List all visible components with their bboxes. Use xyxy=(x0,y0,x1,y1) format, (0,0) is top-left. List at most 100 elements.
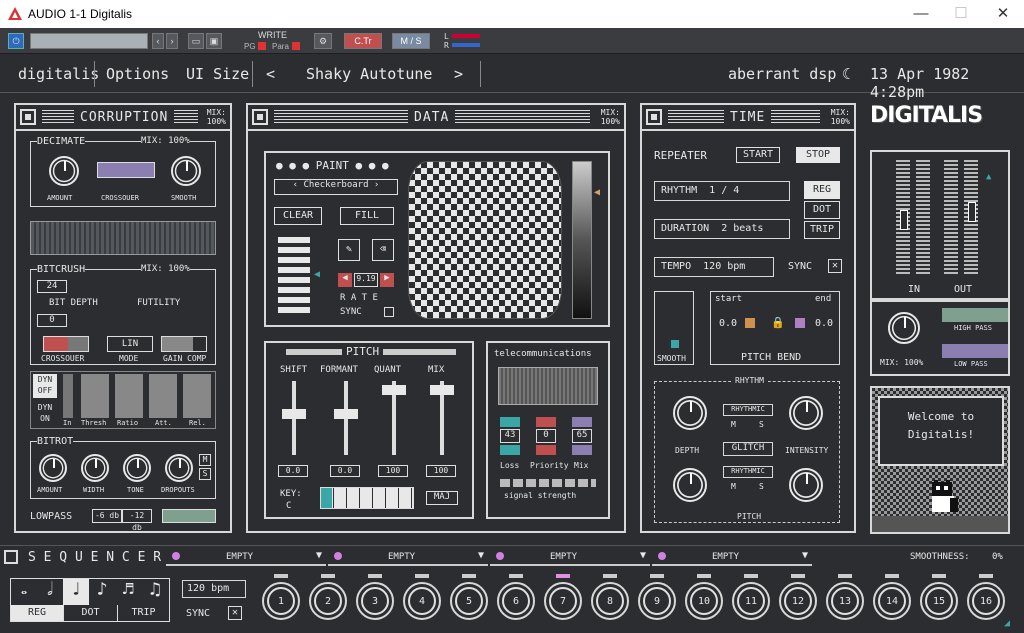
pitch-mix-slider-thumb[interactable] xyxy=(430,385,454,395)
glitch2-s-button[interactable]: S xyxy=(759,482,764,491)
pitch-depth-knob[interactable] xyxy=(673,468,707,502)
chevron-down-icon[interactable]: ▼ xyxy=(640,550,646,561)
options-menu[interactable]: Options xyxy=(106,65,169,83)
data-gradient-slider[interactable] xyxy=(572,161,592,319)
pg-toggle[interactable] xyxy=(258,42,266,50)
step-knob[interactable]: 14 xyxy=(873,582,911,620)
power-icon[interactable]: ⏻ xyxy=(8,33,24,49)
chevron-down-icon[interactable]: ▼ xyxy=(802,550,808,561)
quant-value[interactable]: 100 xyxy=(378,465,408,477)
bitrot-s-button[interactable]: S xyxy=(199,468,211,480)
rate-down-icon[interactable]: ◀ xyxy=(338,273,352,287)
telecom-mix-down-icon[interactable] xyxy=(572,445,592,455)
time-dot-button[interactable]: DOT xyxy=(804,201,840,219)
amount-knob[interactable] xyxy=(49,156,79,186)
piano-keyboard[interactable] xyxy=(320,487,414,509)
bitrot-amount-knob[interactable] xyxy=(39,454,67,482)
seq-slot-4[interactable]: EMPTY ▼ xyxy=(652,548,812,566)
rhythm-field[interactable]: RHYTHM 1 / 4 xyxy=(654,181,790,201)
pitch-mix-value[interactable]: 100 xyxy=(426,465,456,477)
formant-slider-thumb[interactable] xyxy=(334,409,358,419)
ctr-button[interactable]: C.Tr xyxy=(344,33,382,49)
time-power-toggle[interactable] xyxy=(646,109,662,125)
priority-value[interactable]: 0 xyxy=(536,429,556,443)
priority-up-icon[interactable] xyxy=(536,417,556,427)
duration-field[interactable]: DURATION 2 beats xyxy=(654,219,790,239)
seq-slot-1[interactable]: EMPTY ▼ xyxy=(166,548,326,566)
chevron-down-icon[interactable]: ▼ xyxy=(478,550,484,561)
step-knob[interactable]: 4 xyxy=(403,582,441,620)
crossover2-slider[interactable] xyxy=(43,336,89,352)
bitcrush-mix[interactable]: MIX: 100% xyxy=(141,264,190,274)
step-knob[interactable]: 7 xyxy=(544,582,582,620)
key-value[interactable]: C xyxy=(286,501,291,511)
folder-icon[interactable]: ▭ xyxy=(188,33,204,49)
step-knob[interactable]: 1 xyxy=(262,582,300,620)
preset-field[interactable] xyxy=(30,33,148,49)
pb-start-value[interactable]: 0.0 xyxy=(719,318,737,329)
tempo-field[interactable]: TEMPO 120 bpm xyxy=(654,257,774,277)
lowpass-slider[interactable] xyxy=(162,509,216,523)
rate-up-icon[interactable]: ▶ xyxy=(380,273,394,287)
smooth-thumb[interactable] xyxy=(671,340,679,348)
loss-down-icon[interactable] xyxy=(500,445,520,455)
clear-button[interactable]: CLEAR xyxy=(274,207,322,225)
time-reg-button[interactable]: REG xyxy=(804,181,840,199)
pitch-intensity-knob[interactable] xyxy=(789,468,823,502)
data-mix[interactable]: MIX: 100% xyxy=(601,108,620,126)
resize-handle-icon[interactable]: ◢ xyxy=(1004,618,1010,629)
pb-end-value[interactable]: 0.0 xyxy=(815,318,833,329)
step-knob[interactable]: 6 xyxy=(497,582,535,620)
gear-icon[interactable]: ⚙ xyxy=(314,33,332,49)
mode-select[interactable]: LIN xyxy=(107,336,153,352)
step-knob[interactable]: 5 xyxy=(450,582,488,620)
corruption-power-toggle[interactable] xyxy=(20,109,36,125)
step-knob[interactable]: 9 xyxy=(638,582,676,620)
data-power-toggle[interactable] xyxy=(252,109,268,125)
chevron-down-icon[interactable]: ▼ xyxy=(316,550,322,561)
seq-slot-2[interactable]: EMPTY ▼ xyxy=(328,548,488,566)
save-icon[interactable]: ▣ xyxy=(206,33,222,49)
glitch2-m-button[interactable]: M xyxy=(731,482,736,491)
maximize-icon[interactable]: ☐ xyxy=(946,3,976,25)
in-gain-thumb[interactable] xyxy=(900,210,908,230)
ui-size-menu[interactable]: UI Size xyxy=(186,65,249,83)
seq-reg-button[interactable]: REG xyxy=(11,605,63,621)
rhythmic2-select[interactable]: RHYTHMIC xyxy=(723,466,773,478)
loss-up-icon[interactable] xyxy=(500,417,520,427)
glitch-s-button[interactable]: S xyxy=(759,420,764,429)
glitch-m-button[interactable]: M xyxy=(731,420,736,429)
step-knob[interactable]: 2 xyxy=(309,582,347,620)
brush-size-selector[interactable] xyxy=(278,237,310,313)
master-mix-knob[interactable] xyxy=(888,312,920,344)
loss-value[interactable]: 43 xyxy=(500,429,520,443)
close-icon[interactable]: ✕ xyxy=(988,3,1018,25)
shift-value[interactable]: 0.0 xyxy=(278,465,308,477)
bitrot-tone-knob[interactable] xyxy=(123,454,151,482)
pb-end-handle[interactable] xyxy=(795,318,805,328)
formant-value[interactable]: 0.0 xyxy=(330,465,360,477)
sixteenth-note-icon[interactable]: ♬ xyxy=(115,579,141,605)
seq-sync-checkbox[interactable]: ✕ xyxy=(228,606,242,620)
step-knob[interactable]: 8 xyxy=(591,582,629,620)
pencil-icon[interactable]: ✎ xyxy=(338,239,360,261)
futility-value[interactable]: 0 xyxy=(37,314,67,327)
step-knob[interactable]: 16 xyxy=(967,582,1005,620)
smoothness-value[interactable]: 0% xyxy=(992,552,1003,562)
low-pass-slider[interactable] xyxy=(942,344,1008,358)
quant-slider-thumb[interactable] xyxy=(382,385,406,395)
next-preset-icon[interactable]: › xyxy=(166,33,178,49)
shift-slider-thumb[interactable] xyxy=(282,409,306,419)
rel-slider[interactable] xyxy=(183,374,211,418)
half-note-icon[interactable]: 𝅗𝅥 xyxy=(37,579,63,605)
brand-menu[interactable]: digitalis xyxy=(18,65,99,83)
telecom-mix-up-icon[interactable] xyxy=(572,417,592,427)
lowpass-6db-button[interactable]: -6 db xyxy=(92,509,122,523)
bitrot-width-knob[interactable] xyxy=(81,454,109,482)
rate-value[interactable]: 9.19 xyxy=(354,273,378,287)
data-canvas[interactable] xyxy=(408,161,562,319)
start-button[interactable]: START xyxy=(736,147,780,163)
seq-slot-3[interactable]: EMPTY ▼ xyxy=(490,548,650,566)
step-knob[interactable]: 12 xyxy=(779,582,817,620)
seq-bpm-field[interactable]: 120 bpm xyxy=(182,580,246,598)
